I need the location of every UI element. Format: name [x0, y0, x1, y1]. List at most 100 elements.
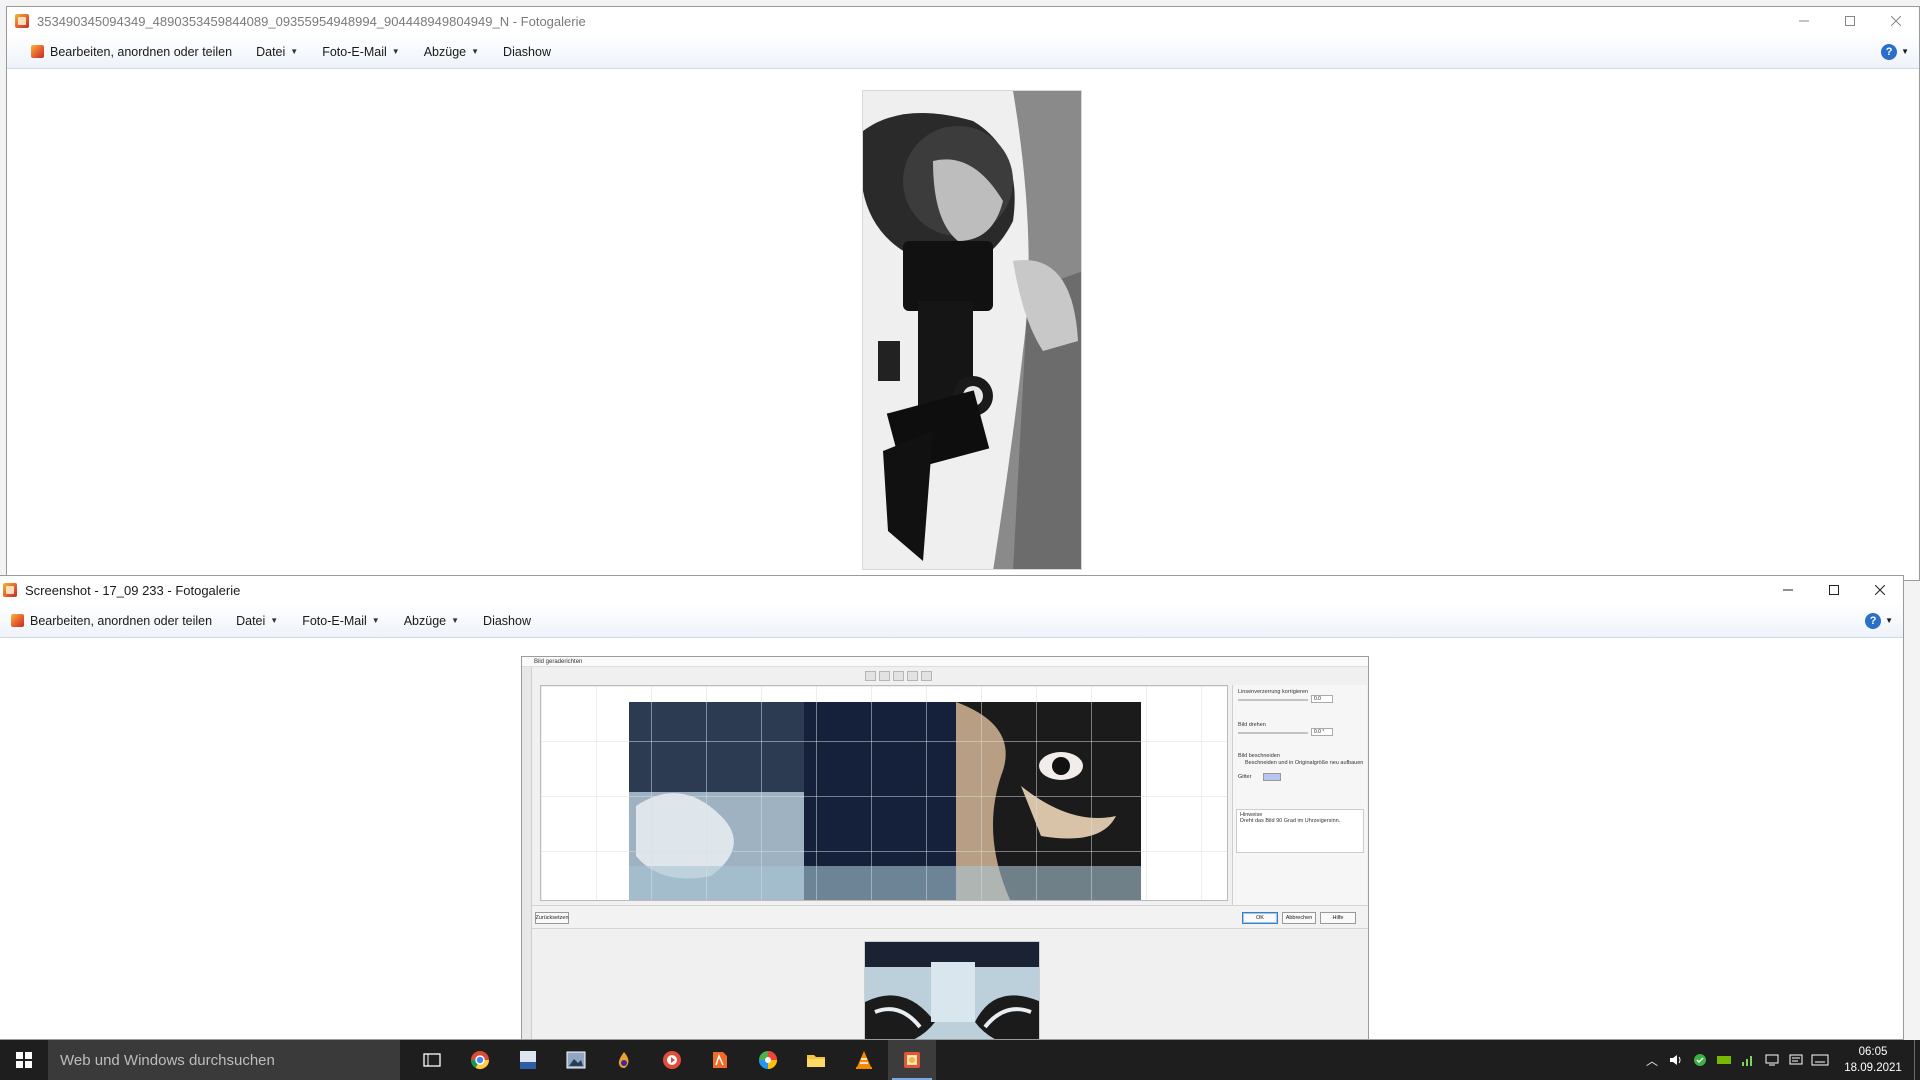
photo-gallery-window-front[interactable]: Screenshot - 17_09 233 - Fotogalerie Bea… — [0, 575, 1904, 1040]
perspective-value-field[interactable]: 0.0 — [1311, 695, 1333, 703]
perspective-slider[interactable] — [1238, 699, 1308, 701]
volume-icon[interactable] — [1664, 1040, 1688, 1080]
help-dialog-button[interactable]: Hilfe — [1320, 912, 1356, 924]
close-button[interactable] — [1857, 576, 1903, 604]
file-menu[interactable]: Datei ▼ — [224, 604, 290, 637]
photo-viewer-taskbar-button[interactable] — [552, 1040, 600, 1080]
reset-button[interactable]: Zurücksetzen — [535, 912, 569, 924]
image-viewer-icon — [566, 1051, 586, 1069]
editor-title: Bild geraderichten — [522, 657, 1368, 667]
grid-checkbox-label[interactable]: Gitter — [1238, 774, 1251, 780]
prints-menu[interactable]: Abzüge ▼ — [412, 35, 491, 68]
chrome-icon — [471, 1051, 489, 1070]
displayed-photo-editor-screenshot[interactable]: Bild geraderichten Linsenverzerrung korr… — [521, 656, 1369, 1039]
maximize-icon — [1829, 585, 1839, 595]
prints-label: Abzüge — [423, 44, 467, 59]
taskbar-clock[interactable]: 06:05 18.09.2021 — [1838, 1044, 1908, 1076]
media-player-taskbar-button[interactable] — [648, 1040, 696, 1080]
minimize-icon — [1799, 20, 1809, 22]
slideshow-label: Diashow — [503, 44, 551, 59]
prints-menu[interactable]: Abzüge ▼ — [392, 604, 471, 637]
prints-label: Abzüge — [403, 613, 447, 628]
crop-restore-checkbox-label[interactable]: Beschneiden und in Originalgröße neu auf… — [1245, 760, 1363, 766]
help-button[interactable]: ? ▼ — [1865, 612, 1893, 629]
maximize-button[interactable] — [1827, 7, 1873, 35]
title-bar[interactable]: Screenshot - 17_09 233 - Fotogalerie — [0, 576, 1903, 604]
rotate-slider[interactable] — [1238, 732, 1308, 734]
windows-logo-icon — [16, 1052, 32, 1068]
fit-tool-icon — [907, 671, 918, 681]
slideshow-button[interactable]: Diashow — [491, 35, 563, 68]
displayed-photo[interactable] — [862, 90, 1082, 570]
slideshow-label: Diashow — [483, 613, 531, 628]
picasa-taskbar-button[interactable] — [744, 1040, 792, 1080]
pdf-app-taskbar-button[interactable] — [504, 1040, 552, 1080]
task-view-icon — [423, 1053, 441, 1067]
actual-size-tool-icon — [921, 671, 932, 681]
photo-gallery-taskbar-button[interactable] — [888, 1040, 936, 1080]
office-app-taskbar-button[interactable] — [696, 1040, 744, 1080]
photo-gallery-icon — [904, 1052, 920, 1068]
media-player-icon — [663, 1051, 681, 1069]
app-taskbar-button[interactable] — [600, 1040, 648, 1080]
taskbar: Web und Windows durchsuchen ︿ 06:05 18.0… — [0, 1040, 1920, 1080]
photo-gallery-app-icon — [15, 14, 29, 28]
chevron-down-icon: ▼ — [391, 47, 400, 56]
chevron-down-icon: ▼ — [1901, 47, 1909, 56]
organize-label: Bearbeiten, anordnen oder teilen — [30, 613, 213, 628]
keyboard-icon[interactable] — [1808, 1040, 1832, 1080]
notifications-icon[interactable] — [1784, 1040, 1808, 1080]
display-icon[interactable] — [1760, 1040, 1784, 1080]
perspective-label: Linsenverzerrung korrigieren — [1238, 689, 1309, 695]
command-bar: Bearbeiten, anordnen oder teilen Datei ▼ … — [7, 35, 1919, 69]
photo-gallery-window-back[interactable]: 353490345094349_4890353459844089_0935595… — [6, 6, 1920, 581]
ok-button[interactable]: OK — [1242, 912, 1278, 924]
window-title: 353490345094349_4890353459844089_0935595… — [37, 13, 586, 29]
network-icon[interactable] — [1736, 1040, 1760, 1080]
organize-menu[interactable]: Bearbeiten, anordnen oder teilen — [7, 35, 244, 68]
close-icon — [1875, 585, 1885, 595]
flame-app-icon — [618, 1052, 629, 1068]
show-desktop-button[interactable] — [1914, 1040, 1920, 1080]
system-tray: ︿ 06:05 18.09.2021 — [1640, 1040, 1920, 1080]
file-explorer-taskbar-button[interactable] — [792, 1040, 840, 1080]
chevron-down-icon: ▼ — [290, 47, 299, 56]
taskbar-search-box[interactable]: Web und Windows durchsuchen — [48, 1040, 400, 1080]
email-menu[interactable]: Foto-E-Mail ▼ — [290, 604, 392, 637]
grid-color-picker[interactable] — [1263, 773, 1281, 781]
slideshow-button[interactable]: Diashow — [471, 604, 543, 637]
photo-view: Bild geraderichten Linsenverzerrung korr… — [0, 639, 1903, 1039]
cancel-button[interactable]: Abbrechen — [1282, 912, 1316, 924]
zoom-tool-icon — [893, 671, 904, 681]
search-placeholder: Web und Windows durchsuchen — [60, 1051, 275, 1069]
minimize-icon — [1783, 589, 1793, 591]
minimize-button[interactable] — [1765, 576, 1811, 604]
hint-text: Dreht das Bild 90 Grad im Uhrzeigersinn. — [1240, 818, 1341, 824]
photo-gallery-app-icon — [3, 583, 17, 597]
editor-tool-buttons — [865, 671, 932, 681]
title-bar[interactable]: 353490345094349_4890353459844089_0935595… — [7, 7, 1919, 35]
start-button[interactable] — [0, 1040, 48, 1080]
close-button[interactable] — [1873, 7, 1919, 35]
organize-menu[interactable]: Bearbeiten, anordnen oder teilen — [0, 604, 224, 637]
rotate-value: 0.0 ° — [1314, 729, 1325, 735]
close-icon — [1891, 16, 1901, 26]
file-menu[interactable]: Datei ▼ — [244, 35, 310, 68]
file-label: Datei — [236, 613, 266, 628]
help-button[interactable]: ? ▼ — [1881, 43, 1909, 60]
email-menu[interactable]: Foto-E-Mail ▼ — [310, 35, 412, 68]
nvidia-icon[interactable] — [1712, 1040, 1736, 1080]
tray-overflow-chevron-up-icon[interactable]: ︿ — [1640, 1040, 1664, 1080]
maximize-button[interactable] — [1811, 576, 1857, 604]
task-view-button[interactable] — [408, 1040, 456, 1080]
rotate-value-field[interactable]: 0.0 ° — [1311, 728, 1333, 736]
editor-canvas — [540, 685, 1228, 901]
vlc-taskbar-button[interactable] — [840, 1040, 888, 1080]
maximize-icon — [1845, 16, 1855, 26]
crop-checkbox-label[interactable]: Bild beschneiden — [1238, 753, 1280, 759]
minimize-button[interactable] — [1781, 7, 1827, 35]
command-bar: Bearbeiten, anordnen oder teilen Datei ▼ … — [0, 604, 1903, 638]
chevron-down-icon: ▼ — [270, 616, 279, 625]
chrome-taskbar-button[interactable] — [456, 1040, 504, 1080]
security-shield-icon[interactable] — [1688, 1040, 1712, 1080]
